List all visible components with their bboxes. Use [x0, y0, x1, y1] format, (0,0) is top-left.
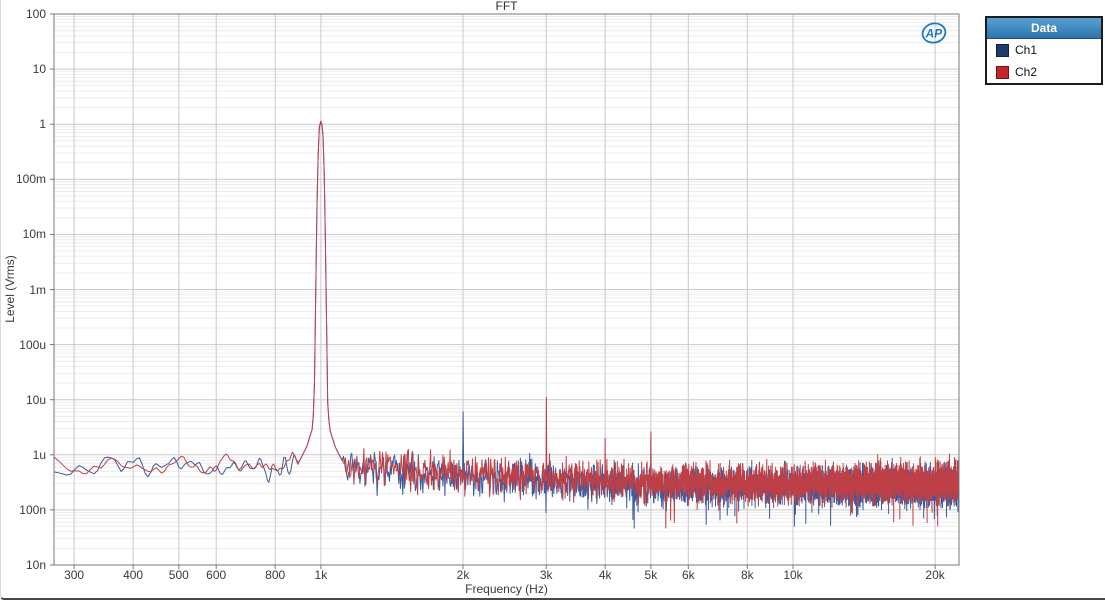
fft-graph-panel: FFT Level (Vrms) Frequency (Hz) 30040050… [0, 0, 1105, 600]
ch2-color-swatch [996, 66, 1009, 79]
y-tick-label-10n: 10n [1, 558, 50, 572]
y-tick-label-100n: 100n [1, 503, 50, 517]
y-tick-label-1u: 1u [1, 448, 50, 462]
x-tick-label-400: 400 [123, 568, 143, 582]
x-tick-label-2k: 2k [457, 568, 470, 582]
x-axis-title: Frequency (Hz) [54, 582, 959, 596]
legend-header: Data [987, 18, 1101, 39]
ch1-color-swatch [996, 44, 1009, 57]
x-tick-label-10k: 10k [783, 568, 802, 582]
x-tick-label-500: 500 [169, 568, 189, 582]
legend-panel: Data Ch1 Ch2 [985, 16, 1103, 85]
chart-title: FFT [54, 0, 959, 13]
y-tick-label-1: 1 [1, 117, 50, 131]
x-tick-label-3k: 3k [540, 568, 553, 582]
y-tick-label-100m: 100m [1, 172, 50, 186]
y-tick-label-100: 100 [1, 7, 50, 21]
legend-row-ch1[interactable]: Ch1 [987, 39, 1101, 61]
ch2-label: Ch2 [1015, 65, 1037, 79]
x-tick-label-4k: 4k [599, 568, 612, 582]
y-tick-label-10m: 10m [1, 227, 50, 241]
x-tick-label-600: 600 [206, 568, 226, 582]
y-tick-label-10u: 10u [1, 393, 50, 407]
x-tick-label-5k: 5k [645, 568, 658, 582]
x-tick-label-800: 800 [265, 568, 285, 582]
ch1-label: Ch1 [1015, 43, 1037, 57]
x-tick-label-1k: 1k [315, 568, 328, 582]
ap-logo-text: AP [925, 27, 944, 41]
x-tick-label-8k: 8k [741, 568, 754, 582]
ap-logo: AP [919, 21, 949, 45]
legend-row-ch2[interactable]: Ch2 [987, 61, 1101, 83]
x-tick-label-6k: 6k [682, 568, 695, 582]
y-tick-label-10: 10 [1, 62, 50, 76]
x-tick-label-20k: 20k [925, 568, 944, 582]
x-tick-label-300: 300 [64, 568, 84, 582]
y-tick-label-1m: 1m [1, 283, 50, 297]
plot-canvas [1, 0, 1105, 600]
y-tick-label-100u: 100u [1, 338, 50, 352]
